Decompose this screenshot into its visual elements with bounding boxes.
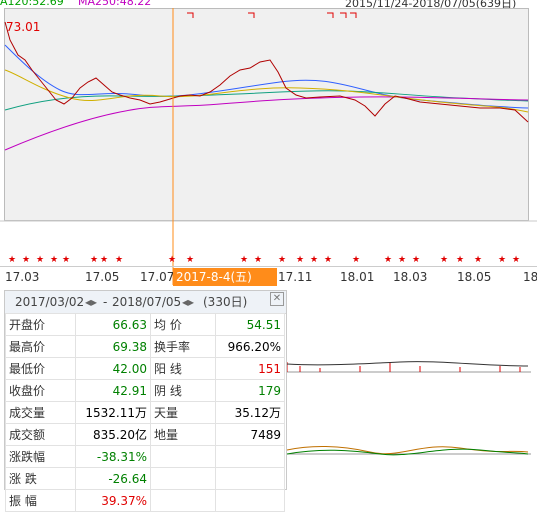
signal-star: ★ [412, 255, 421, 265]
range-days: (330日) [203, 295, 248, 309]
stat-value: 151 [215, 357, 285, 380]
signal-star: ★ [254, 255, 263, 265]
signal-star: ★ [36, 255, 45, 265]
stat-value: -26.64 [75, 467, 151, 490]
stat-label [150, 467, 216, 490]
stat-value: 35.12万 [215, 401, 285, 424]
stat-label: 开盘价 [5, 313, 76, 336]
stat-label: 换手率 [150, 335, 216, 358]
ma-blue [4, 44, 529, 109]
stat-label: 阴 线 [150, 379, 216, 402]
signal-star: ★ [296, 255, 305, 265]
stat-value: 835.20亿 [75, 423, 151, 446]
range-dash: - [103, 295, 108, 309]
stat-label: 均 价 [150, 313, 216, 336]
signal-star: ★ [62, 255, 71, 265]
panel-header: 2017/03/02 ◂▸ - 2018/07/05 ◂▸ (330日) ✕ [5, 291, 286, 314]
signal-star: ★ [440, 255, 449, 265]
stat-label [150, 445, 216, 468]
signal-markers [187, 12, 357, 18]
signal-star: ★ [310, 255, 319, 265]
table-row: 成交量 1532.11万 天量 35.12万 [5, 401, 285, 424]
stat-label: 最低价 [5, 357, 76, 380]
stats-table: 开盘价 66.63 均 价 54.51 最高价 69.38 换手率 966.20% 最低价 4… [5, 313, 285, 512]
signal-star: ★ [90, 255, 99, 265]
stat-value: 42.91 [75, 379, 151, 402]
signal-star: ★ [498, 255, 507, 265]
axis-tick: 17.11 [278, 270, 313, 284]
signal-star: ★ [168, 255, 177, 265]
stat-label: 阳 线 [150, 357, 216, 380]
range-end: 2018/07/05 [112, 295, 182, 309]
signal-star: ★ [398, 255, 407, 265]
close-icon[interactable]: ✕ [270, 292, 284, 306]
signal-star: ★ [50, 255, 59, 265]
stat-label: 天量 [150, 401, 216, 424]
stat-label: 地量 [150, 423, 216, 446]
table-row: 涨跌幅 -38.31% [5, 445, 285, 468]
stat-label: 成交量 [5, 401, 76, 424]
axis-tick: 18.01 [340, 270, 375, 284]
signal-star: ★ [186, 255, 195, 265]
signal-star: ★ [100, 255, 109, 265]
cursor-date-tip: 2017-8-4(五) [173, 268, 277, 286]
ma-yellow [4, 69, 529, 113]
start-nav-arrows[interactable]: ◂▸ [85, 292, 97, 312]
axis-tick: 17.05 [85, 270, 120, 284]
range-stats-panel: 2017/03/02 ◂▸ - 2018/07/05 ◂▸ (330日) ✕ 开… [4, 290, 287, 512]
signal-star: ★ [115, 255, 124, 265]
stat-value: -38.31% [75, 445, 151, 468]
signal-star: ★ [22, 255, 31, 265]
axis-tick: 18 [523, 270, 537, 284]
table-row: 涨 跌 -26.64 [5, 467, 285, 490]
signal-star: ★ [474, 255, 483, 265]
date-axis: 17.03 17.05 17.07 2017-8-4(五) 17.11 18.0… [0, 266, 537, 287]
high-label: 73.01 [6, 20, 40, 34]
axis-tick: 17.03 [5, 270, 40, 284]
price-line [4, 21, 529, 123]
signal-star: ★ [512, 255, 521, 265]
stat-value: 179 [215, 379, 285, 402]
stat-value: 69.38 [75, 335, 151, 358]
stat-value: 7489 [215, 423, 285, 446]
stat-value [215, 445, 285, 468]
table-row: 收盘价 42.91 阴 线 179 [5, 379, 285, 402]
table-row: 开盘价 66.63 均 价 54.51 [5, 313, 285, 336]
signal-star: ★ [240, 255, 249, 265]
stat-label: 收盘价 [5, 379, 76, 402]
stat-value: 66.63 [75, 313, 151, 336]
range-start: 2017/03/02 [15, 295, 85, 309]
stat-label: 成交额 [5, 423, 76, 446]
axis-tick: 18.05 [457, 270, 492, 284]
signal-star-row: ★ ★ ★ ★ ★ ★ ★ ★ ★ ★ ★ ★ ★ ★ ★ ★ ★ ★ ★ ★ … [0, 255, 537, 265]
stat-value: 54.51 [215, 313, 285, 336]
stat-value: 966.20% [215, 335, 285, 358]
stat-label: 涨 跌 [5, 467, 76, 490]
table-row: 成交额 835.20亿 地量 7489 [5, 423, 285, 446]
table-row: 最高价 69.38 换手率 966.20% [5, 335, 285, 358]
signal-star: ★ [456, 255, 465, 265]
signal-star: ★ [8, 255, 17, 265]
axis-tick: 17.07 [140, 270, 175, 284]
signal-star: ★ [384, 255, 393, 265]
stat-value: 1532.11万 [75, 401, 151, 424]
volume-ma [286, 361, 529, 367]
stat-value: 42.00 [75, 357, 151, 380]
stat-value [215, 467, 285, 490]
table-row: 最低价 42.00 阳 线 151 [5, 357, 285, 380]
axis-tick: 18.03 [393, 270, 428, 284]
stat-label: 涨跌幅 [5, 445, 76, 468]
volume-bars [286, 362, 521, 372]
end-nav-arrows[interactable]: ◂▸ [182, 292, 194, 312]
stat-label: 最高价 [5, 335, 76, 358]
signal-star: ★ [352, 255, 361, 265]
signal-star: ★ [324, 255, 333, 265]
signal-star: ★ [278, 255, 287, 265]
